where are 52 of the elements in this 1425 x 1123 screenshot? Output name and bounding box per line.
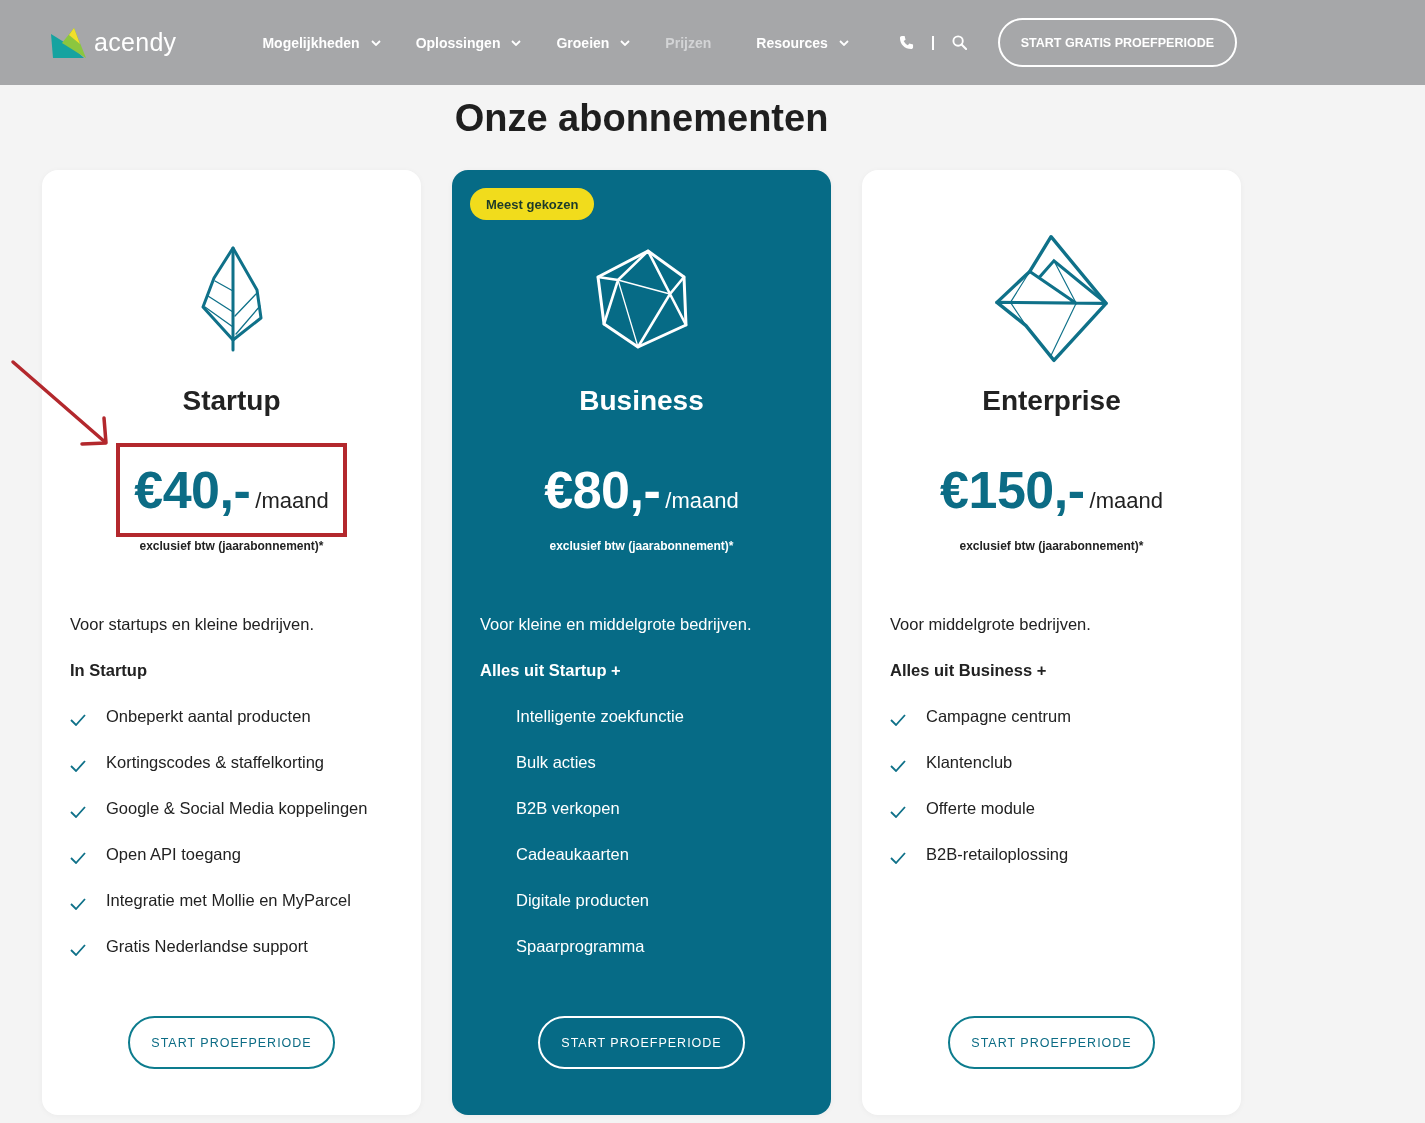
feature-text: Campagne centrum bbox=[926, 706, 1071, 727]
feature-text: Onbeperkt aantal producten bbox=[106, 706, 311, 727]
plan-description: Voor kleine en middelgrote bedrijven. bbox=[480, 614, 753, 635]
price-note: exclusief btw (jaarabonnement)* bbox=[958, 538, 1145, 554]
features-heading: In Startup bbox=[70, 660, 148, 681]
chevron-down-icon bbox=[838, 39, 849, 46]
features-heading: Alles uit Business + bbox=[890, 660, 1048, 681]
feature-text: Bulk acties bbox=[516, 752, 596, 773]
feature-text: Digitale producten bbox=[516, 890, 649, 911]
feature-text: Google & Social Media koppelingen bbox=[106, 798, 368, 819]
chevron-down-icon bbox=[370, 39, 381, 46]
trial-button[interactable]: START PROEFPERIODE bbox=[538, 1016, 745, 1069]
price-period: /maand bbox=[665, 488, 739, 514]
price-period: /maand bbox=[255, 488, 329, 514]
chevron-down-icon bbox=[511, 39, 522, 46]
feature-text: Kortingscodes & staffelkorting bbox=[106, 752, 324, 773]
feature-text: Klantenclub bbox=[926, 752, 1013, 773]
trial-button[interactable]: START PROEFPERIODE bbox=[948, 1016, 1155, 1069]
mountain-logo-icon bbox=[50, 26, 86, 59]
plan-name: Business bbox=[578, 384, 705, 418]
feature-text: Gratis Nederlandse support bbox=[106, 936, 308, 957]
page-title: Onze abonnementen bbox=[453, 96, 830, 141]
features-heading: Alles uit Startup + bbox=[480, 660, 622, 681]
feature-text: B2B-retailoplossing bbox=[926, 844, 1069, 865]
plan-description: Voor startups en kleine bedrijven. bbox=[70, 614, 315, 635]
price-period: /maand bbox=[1089, 488, 1163, 514]
nav-link[interactable]: Resources bbox=[756, 34, 849, 51]
plan-name: Enterprise bbox=[981, 384, 1122, 418]
plan-name: Startup bbox=[181, 384, 282, 418]
trial-cta-button[interactable]: START GRATIS PROEFPERIODE bbox=[997, 18, 1237, 67]
nav-link[interactable]: Groeien bbox=[556, 34, 631, 51]
nav-link[interactable]: Oplossingen bbox=[415, 34, 522, 51]
plan-badge: Meest gekozen bbox=[470, 188, 595, 220]
feature-text: Spaarprogramma bbox=[516, 936, 645, 957]
search-icon[interactable] bbox=[951, 35, 967, 50]
feature-text: Open API toegang bbox=[106, 844, 241, 865]
feature-text: Integratie met Mollie en MyParcel bbox=[106, 890, 351, 911]
nav-link[interactable]: Mogelijkheden bbox=[262, 34, 381, 51]
price: €80,- bbox=[544, 460, 661, 520]
price-note: exclusief btw (jaarabonnement)* bbox=[548, 538, 735, 554]
plan-description: Voor middelgrote bedrijven. bbox=[890, 614, 1092, 635]
price: €40,- bbox=[134, 460, 251, 520]
feature-text: Cadeaukaarten bbox=[516, 844, 629, 865]
phone-icon[interactable] bbox=[898, 35, 914, 50]
feature-text: B2B verkopen bbox=[516, 798, 620, 819]
trial-button[interactable]: START PROEFPERIODE bbox=[128, 1016, 335, 1069]
feature-text: Offerte module bbox=[926, 798, 1035, 819]
price-note: exclusief btw (jaarabonnement)* bbox=[138, 538, 325, 554]
chevron-down-icon bbox=[620, 39, 631, 46]
feature-text: Intelligente zoekfunctie bbox=[516, 706, 684, 727]
logo-link[interactable]: acendy bbox=[50, 26, 177, 59]
price: €150,- bbox=[940, 460, 1085, 520]
